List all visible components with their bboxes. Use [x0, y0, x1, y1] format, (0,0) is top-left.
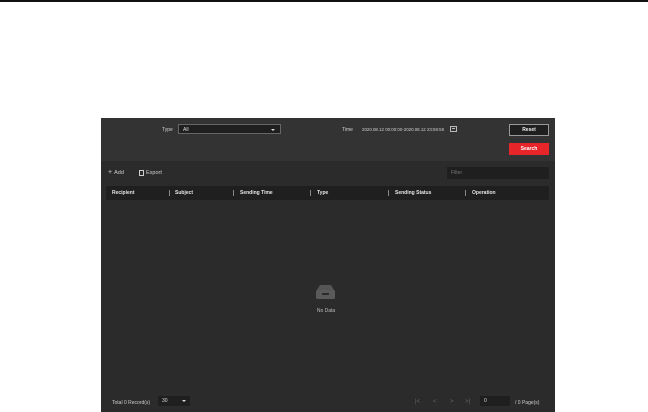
prev-page-icon[interactable]: <: [433, 399, 437, 405]
first-page-icon[interactable]: |<: [415, 399, 420, 405]
last-page-icon[interactable]: >|: [465, 399, 470, 405]
column-header-sending-status[interactable]: Sending Status: [395, 190, 431, 196]
type-select[interactable]: All: [178, 124, 281, 134]
column-divider: [310, 190, 311, 196]
column-divider: [169, 190, 170, 196]
add-button-label: Add: [114, 170, 124, 176]
plus-icon: +: [108, 169, 113, 176]
column-header-subject[interactable]: Subject: [175, 190, 193, 196]
table-header: Recipient Subject Sending Time Type Send…: [106, 186, 549, 200]
export-button-label: Export: [146, 170, 162, 176]
column-header-sending-time[interactable]: Sending Time: [240, 190, 273, 196]
calendar-icon[interactable]: [450, 126, 457, 132]
export-icon: [139, 170, 144, 176]
column-header-recipient[interactable]: Recipient: [112, 190, 135, 196]
search-bar: Type All Time 2020.08.12 00:00:00-2020.0…: [101, 118, 555, 161]
add-button[interactable]: + Add: [108, 169, 124, 176]
empty-box-icon: [316, 285, 335, 299]
column-header-type[interactable]: Type: [317, 190, 328, 196]
no-data-text: No Data: [316, 308, 336, 314]
page-size-select[interactable]: 30: [158, 396, 190, 406]
total-records: Total 0 Record(s): [112, 400, 151, 406]
time-label: Time: [342, 127, 353, 133]
time-range-value[interactable]: 2020.08.12 00:00:00-2020.08.12 23:59:59: [362, 127, 444, 132]
type-select-value: All: [183, 127, 189, 133]
export-button[interactable]: Export: [139, 170, 162, 176]
column-header-operation[interactable]: Operation: [472, 190, 496, 196]
page-total: / 0 Page(s): [515, 400, 540, 406]
column-divider: [388, 190, 389, 196]
page-number-input[interactable]: [480, 396, 510, 406]
filter-input[interactable]: [447, 167, 549, 179]
page-size-value: 30: [162, 398, 168, 404]
search-button[interactable]: Search: [509, 143, 549, 155]
top-divider: [0, 0, 648, 2]
chevron-down-icon: [271, 129, 275, 131]
email-log-panel: Type All Time 2020.08.12 00:00:00-2020.0…: [101, 118, 555, 412]
chevron-down-icon: [182, 400, 186, 402]
column-divider: [465, 190, 466, 196]
reset-button[interactable]: Reset: [509, 124, 549, 136]
column-divider: [233, 190, 234, 196]
type-label: Type: [162, 127, 173, 133]
next-page-icon[interactable]: >: [450, 399, 454, 405]
